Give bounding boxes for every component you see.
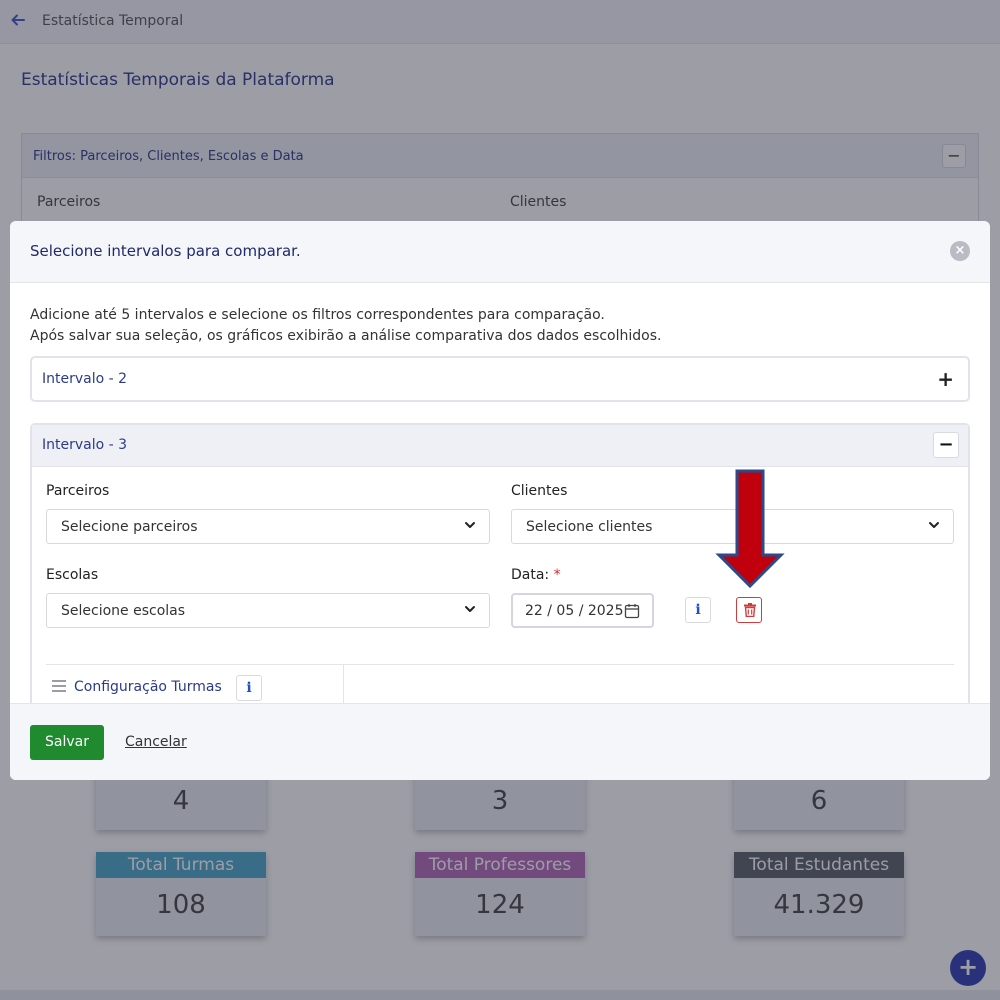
trash-icon — [744, 603, 756, 617]
modal-title: Selecione intervalos para comparar. — [30, 242, 301, 260]
interval-3-header[interactable]: Intervalo - 3 − — [32, 425, 968, 467]
partners-select[interactable]: Selecione parceiros — [46, 509, 490, 544]
interval-3-label: Intervalo - 3 — [42, 437, 128, 453]
modal-intro-text: Adicione até 5 intervalos e selecione os… — [30, 305, 661, 347]
clients-select-value: Selecione clientes — [526, 519, 653, 535]
close-icon[interactable]: × — [950, 241, 970, 261]
expand-interval-2-button[interactable]: + — [937, 367, 954, 391]
date-label-text: Data: — [511, 567, 550, 583]
class-config-info-button[interactable]: i — [236, 675, 262, 701]
list-icon — [52, 680, 66, 692]
partners-label: Parceiros — [46, 483, 110, 499]
modal-header: Selecione intervalos para comparar. × — [10, 221, 990, 283]
collapse-interval-3-button[interactable]: − — [933, 432, 959, 458]
date-label: Data: * — [511, 567, 561, 583]
chevron-down-icon — [465, 606, 475, 612]
calendar-icon[interactable] — [624, 603, 640, 619]
clients-label: Clientes — [511, 483, 568, 499]
interval-3-accordion: Intervalo - 3 − — [30, 423, 970, 723]
date-input[interactable]: 22 / 05 / 2025 — [511, 593, 654, 628]
chevron-down-icon — [465, 522, 475, 528]
interval-2-accordion[interactable]: Intervalo - 2 + — [30, 356, 970, 402]
date-info-button[interactable]: i — [685, 597, 711, 623]
save-button[interactable]: Salvar — [30, 725, 104, 760]
chevron-down-icon — [929, 522, 939, 528]
delete-interval-button[interactable] — [736, 597, 762, 623]
modal-footer: Salvar Cancelar — [10, 703, 990, 780]
intro-line: Adicione até 5 intervalos e selecione os… — [30, 307, 605, 323]
schools-label: Escolas — [46, 567, 99, 583]
annotation-arrow-down-icon — [715, 469, 785, 589]
section-divider — [46, 664, 954, 665]
partners-select-value: Selecione parceiros — [61, 519, 198, 535]
class-configuration-link[interactable]: Configuração Turmas — [74, 679, 222, 695]
compare-intervals-modal: Selecione intervalos para comparar. × Ad… — [10, 221, 990, 780]
required-marker: * — [553, 567, 561, 583]
date-input-value: 22 / 05 / 2025 — [525, 603, 624, 619]
schools-select-value: Selecione escolas — [61, 603, 186, 619]
interval-2-label: Intervalo - 2 — [42, 371, 128, 387]
cancel-link[interactable]: Cancelar — [125, 734, 187, 750]
intro-line: Após salvar sua seleção, os gráficos exi… — [30, 328, 662, 344]
schools-select[interactable]: Selecione escolas — [46, 593, 490, 628]
